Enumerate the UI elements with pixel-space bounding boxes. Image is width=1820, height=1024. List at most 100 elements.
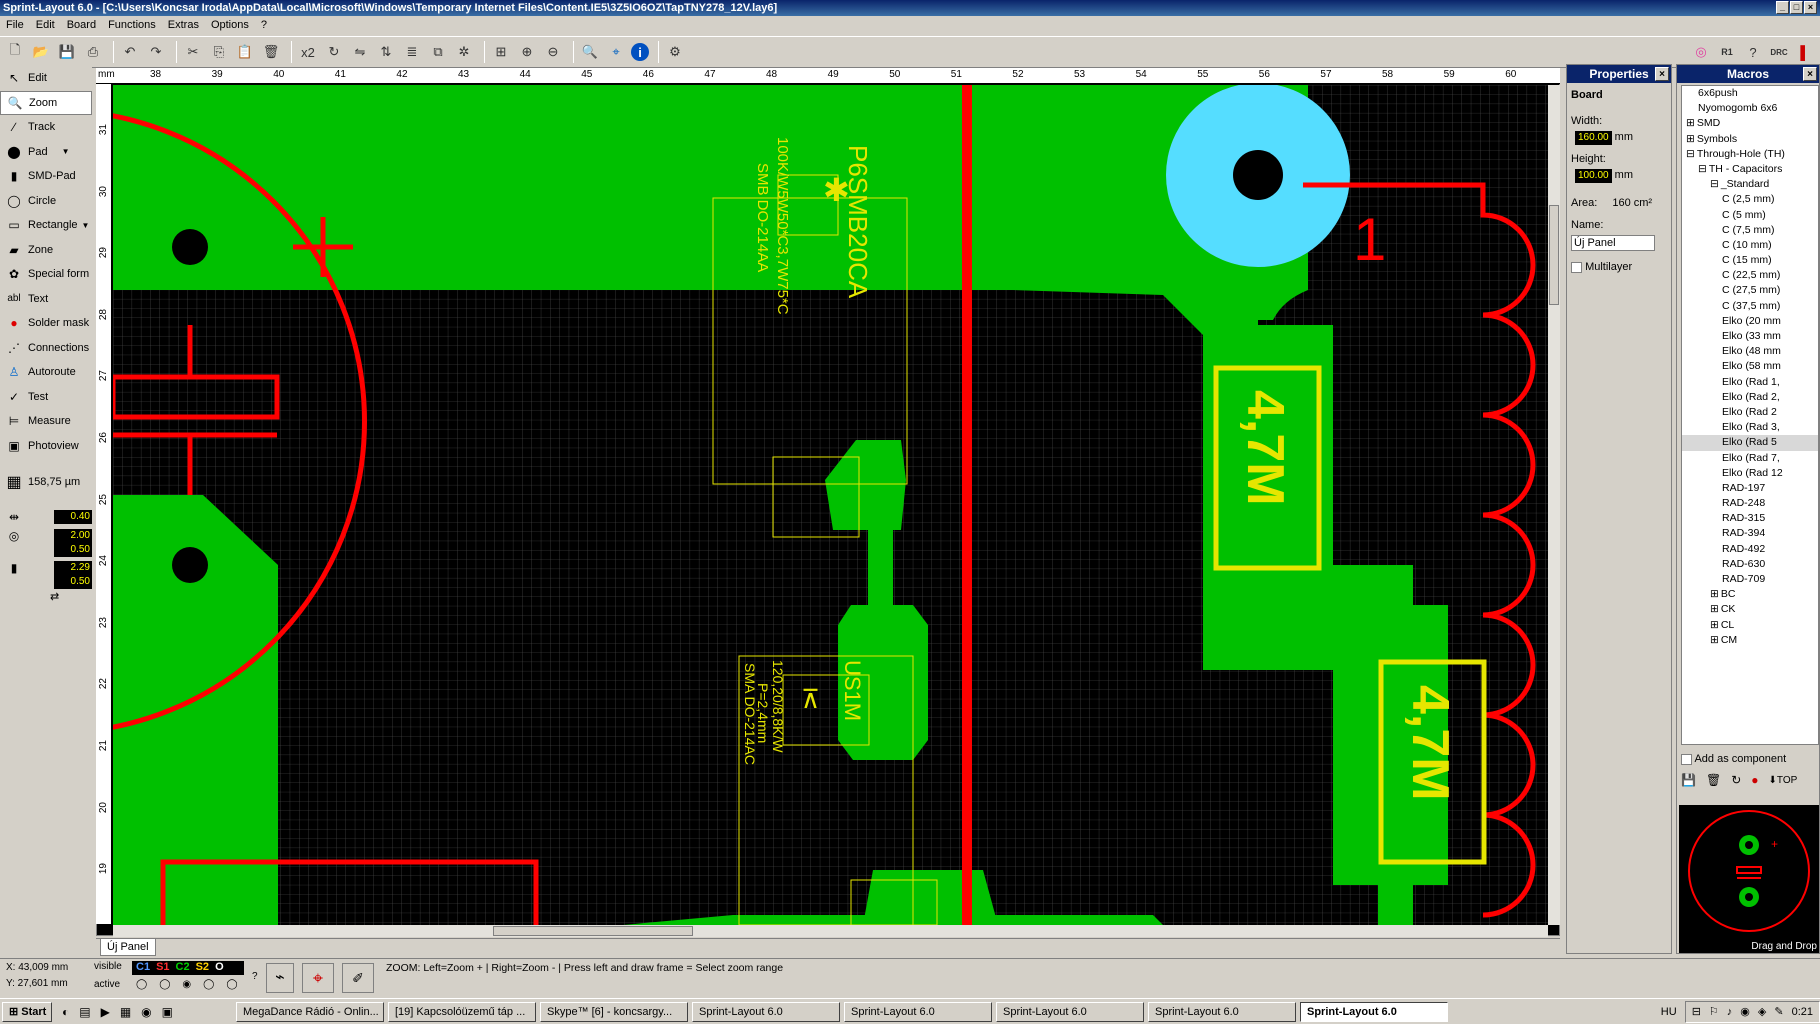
language-indicator[interactable]: HU (1661, 1006, 1677, 1018)
macro-tree-item[interactable]: Elko (Rad 2 (1682, 405, 1818, 420)
new-file-icon[interactable]: 🗋 (4, 41, 26, 63)
track-width-field[interactable]: ⇹ 0.40 (0, 505, 92, 530)
pad-inner-field[interactable]: 0.50 (0, 543, 92, 557)
macro-tree[interactable]: 6x6push Nyomogomb 6x6 ⊞ SMD ⊞ Symbols ⊟ Through… (1681, 85, 1819, 745)
tool-edit[interactable]: ↖ Edit (0, 66, 92, 91)
macro-tree-item[interactable]: Nyomogomb 6x6 (1682, 101, 1818, 116)
quick-launch-icon[interactable]: ▶ (101, 1005, 110, 1019)
volume-icon[interactable]: ♪ (1727, 1006, 1733, 1018)
mirror-h-icon[interactable]: ⇋ (349, 41, 371, 63)
macro-tree-item[interactable]: RAD-197 (1682, 481, 1818, 496)
add-component-checkbox[interactable] (1681, 753, 1692, 765)
tool-zoom[interactable]: 🔍 Zoom (0, 90, 92, 115)
duplicate-button[interactable]: x2 (297, 41, 319, 63)
tool-autoroute[interactable]: ♙ Autoroute (0, 360, 92, 385)
mirror-v-icon[interactable]: ⇅ (375, 41, 397, 63)
close-button[interactable]: × (1804, 1, 1817, 14)
expand-icon[interactable]: ⊞ (1710, 619, 1719, 631)
track-width-value[interactable]: 0.40 (54, 509, 92, 524)
macro-tree-item[interactable]: Elko (Rad 12 (1682, 466, 1818, 481)
macro-tree-item[interactable]: ⊟ _Standard (1682, 177, 1818, 192)
macro-tree-item[interactable]: Elko (Rad 1, (1682, 375, 1818, 390)
info-icon[interactable]: i (631, 43, 649, 61)
macro-tree-item[interactable]: C (10 mm) (1682, 238, 1818, 253)
tray-icon[interactable]: ◈ (1758, 1005, 1766, 1018)
radio-icon[interactable]: ◯ (226, 979, 237, 990)
macro-tree-item[interactable]: Elko (33 mm (1682, 329, 1818, 344)
layer-c2[interactable]: C2 (176, 961, 190, 975)
macro-tree-item[interactable]: Elko (Rad 2, (1682, 390, 1818, 405)
menu-board[interactable]: Board (61, 19, 102, 31)
cut-icon[interactable]: ✂ (182, 41, 204, 63)
close-icon[interactable]: × (1803, 67, 1817, 81)
layer-c1[interactable]: C1 (136, 961, 150, 975)
drc-icon[interactable]: DRC (1768, 41, 1790, 63)
component-icon[interactable]: ⊞ (490, 41, 512, 63)
macro-tree-item[interactable]: ⊟ Through-Hole (TH) (1682, 147, 1818, 162)
macro-tree-item[interactable]: ⊞ CM (1682, 633, 1818, 648)
tool-zone[interactable]: ▰ Zone (0, 238, 92, 263)
copper-zone-top[interactable] (113, 85, 1013, 290)
radio-icon[interactable]: ◯ (136, 979, 147, 990)
task-item[interactable]: Sprint-Layout 6.0 (996, 1001, 1144, 1022)
macro-tree-item[interactable]: C (37,5 mm) (1682, 299, 1818, 314)
radio-icon[interactable]: ◉ (182, 979, 191, 990)
scanned-copy-icon[interactable]: ▌ (1794, 41, 1816, 63)
settings-icon[interactable]: ⚙ (664, 41, 686, 63)
macro-tree-item[interactable]: Elko (20 mm (1682, 314, 1818, 329)
macro-tree-item[interactable]: ⊞ CL (1682, 618, 1818, 633)
expand-icon[interactable]: ⊞ (1710, 634, 1719, 646)
paste-icon[interactable]: 📋 (234, 41, 256, 63)
task-item[interactable]: [19] Kapcsolóüzemű táp ... (388, 1001, 536, 1022)
collapse-icon[interactable]: ⊟ (1698, 163, 1707, 175)
macro-tree-item[interactable]: RAD-709 (1682, 572, 1818, 587)
macro-tree-item[interactable]: RAD-248 (1682, 496, 1818, 511)
pad-inner-value[interactable]: 0.50 (54, 543, 92, 557)
layer-s1[interactable]: S1 (156, 961, 169, 975)
macro-tree-item[interactable]: Elko (Rad 3, (1682, 420, 1818, 435)
align-icon[interactable]: ≣ (401, 41, 423, 63)
lock-icon[interactable]: ⊕ (516, 41, 538, 63)
print-icon[interactable]: ⎙ (82, 41, 104, 63)
macro-tree-item[interactable]: RAD-630 (1682, 557, 1818, 572)
radio-icon[interactable]: ◯ (203, 979, 214, 990)
top-side-button[interactable]: ⬇TOP (1769, 775, 1798, 786)
name-field[interactable]: Új Panel (1571, 235, 1655, 251)
quick-launch-icon[interactable]: ◉ (141, 1005, 151, 1019)
width-field[interactable]: 160.00 (1575, 131, 1612, 145)
macro-tree-item[interactable]: C (22,5 mm) (1682, 268, 1818, 283)
tool-pad[interactable]: ⬤ Pad ▼ (0, 140, 92, 165)
macro-tree-item[interactable]: 6x6push (1682, 86, 1818, 101)
tool-circle[interactable]: ◯ Circle (0, 189, 92, 214)
quick-launch-icon[interactable]: ◐ (62, 1005, 69, 1019)
delete-icon[interactable]: 🗑 (1706, 773, 1721, 787)
layer-visibility[interactable]: C1 S1 C2 S2 O (132, 961, 244, 975)
macro-tree-item[interactable]: RAD-315 (1682, 511, 1818, 526)
pad-outer-field[interactable]: ◎ 2.00 (0, 529, 92, 543)
menu-functions[interactable]: Functions (102, 19, 162, 31)
collapse-icon[interactable]: ⊟ (1686, 148, 1695, 160)
close-icon[interactable]: × (1655, 67, 1669, 81)
rotate-icon[interactable]: ↻ (1731, 773, 1741, 787)
smd-width-value[interactable]: 2.29 (54, 561, 92, 575)
expand-icon[interactable]: ⊞ (1710, 588, 1719, 600)
tool-rectangle[interactable]: ▭ Rectangle ▼ (0, 213, 92, 238)
save-icon[interactable]: 💾 (56, 41, 78, 63)
tray-icon[interactable]: ⚐ (1709, 1005, 1719, 1018)
open-file-icon[interactable]: 📂 (30, 41, 52, 63)
layer-o[interactable]: O (215, 961, 224, 975)
ungroup-icon[interactable]: ✲ (453, 41, 475, 63)
record-icon[interactable]: ● (1751, 773, 1758, 787)
help-icon[interactable]: ? (252, 971, 258, 982)
tool-special-form[interactable]: ✿ Special form (0, 262, 92, 287)
quick-launch-icon[interactable]: ▤ (79, 1005, 90, 1019)
task-item-active[interactable]: Sprint-Layout 6.0 (1300, 1001, 1448, 1022)
r1-icon[interactable]: R1 (1716, 41, 1738, 63)
tool-smd-pad[interactable]: ▮ SMD-Pad (0, 164, 92, 189)
macro-tree-item[interactable]: ⊞ CK (1682, 602, 1818, 617)
tray-icon[interactable]: ✎ (1774, 1005, 1783, 1018)
scroll-thumb[interactable] (1549, 205, 1559, 305)
maximize-button[interactable]: □ (1790, 1, 1803, 14)
tool-photoview[interactable]: ▣ Photoview (0, 434, 92, 459)
macro-tree-item[interactable]: RAD-394 (1682, 526, 1818, 541)
